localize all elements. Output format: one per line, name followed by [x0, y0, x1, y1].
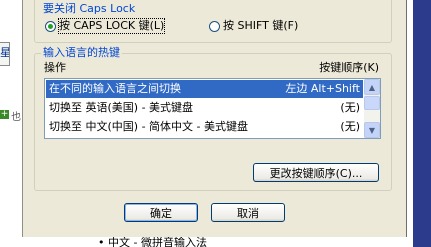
hotkey-group-title: 输入语言的热键 — [41, 46, 122, 59]
list-item-key: (无) — [340, 101, 360, 114]
hotkey-list[interactable]: 在不同的输入语言之间切换 左边 Alt+Shift 切换至 英语(美国) - 美… — [44, 78, 381, 139]
background-label: 也 — [11, 112, 21, 123]
column-key-sequence: 按键顺序(K) — [319, 61, 379, 74]
list-item[interactable]: 切换至 中文(中国) - 简体中文 - 美式键盘 (无) — [46, 118, 363, 136]
background-window-right — [407, 0, 431, 247]
list-item[interactable]: 切换至 英语(美国) - 美式键盘 (无) — [46, 99, 363, 117]
change-key-sequence-button[interactable]: 更改按键顺序(C)... — [253, 163, 379, 182]
radio-caps-lock[interactable]: 按 CAPS LOCK 键(L) — [45, 18, 166, 34]
scroll-down-icon[interactable]: ▼ — [364, 122, 380, 138]
background-window-left: 星 + 也 — [0, 0, 22, 247]
radio-shift[interactable]: 按 SHIFT 键(F) — [209, 19, 298, 33]
background-tab: 星 — [0, 42, 10, 66]
radio-unselected-icon — [209, 20, 220, 32]
radio-caps-lock-label: 按 CAPS LOCK 键(L) — [57, 18, 166, 34]
list-item-key: 左边 Alt+Shift — [285, 82, 360, 95]
list-item-action: 在不同的输入语言之间切换 — [49, 82, 181, 95]
list-item-action: 切换至 英语(美国) - 美式键盘 — [49, 101, 194, 114]
hotkey-list-header: 操作 按键顺序(K) — [44, 61, 379, 75]
scroll-up-icon[interactable]: ▲ — [364, 79, 380, 95]
cancel-button[interactable]: 取消 — [211, 203, 285, 222]
advanced-key-settings-dialog: 要关闭 Caps Lock 按 CAPS LOCK 键(L) 按 SHIFT 键… — [22, 0, 407, 237]
radio-selected-icon — [45, 20, 56, 32]
list-scrollbar[interactable]: ▲ ▼ — [364, 79, 380, 138]
scroll-thumb[interactable] — [364, 96, 380, 110]
list-item-key: (无) — [340, 120, 360, 133]
background-window-bottom: • 中文 - 微拼音输入法 — [22, 237, 407, 247]
expand-icon: + — [0, 109, 9, 119]
background-list-item: • 中文 - 微拼音输入法 — [98, 237, 207, 247]
list-item[interactable]: 在不同的输入语言之间切换 左边 Alt+Shift — [46, 80, 363, 98]
column-action: 操作 — [44, 61, 66, 74]
list-item-action: 切换至 中文(中国) - 简体中文 - 美式键盘 — [49, 120, 249, 133]
ok-button[interactable]: 确定 — [124, 203, 198, 222]
radio-shift-label: 按 SHIFT 键(F) — [223, 19, 299, 32]
caps-lock-group-title: 要关闭 Caps Lock — [41, 2, 138, 15]
